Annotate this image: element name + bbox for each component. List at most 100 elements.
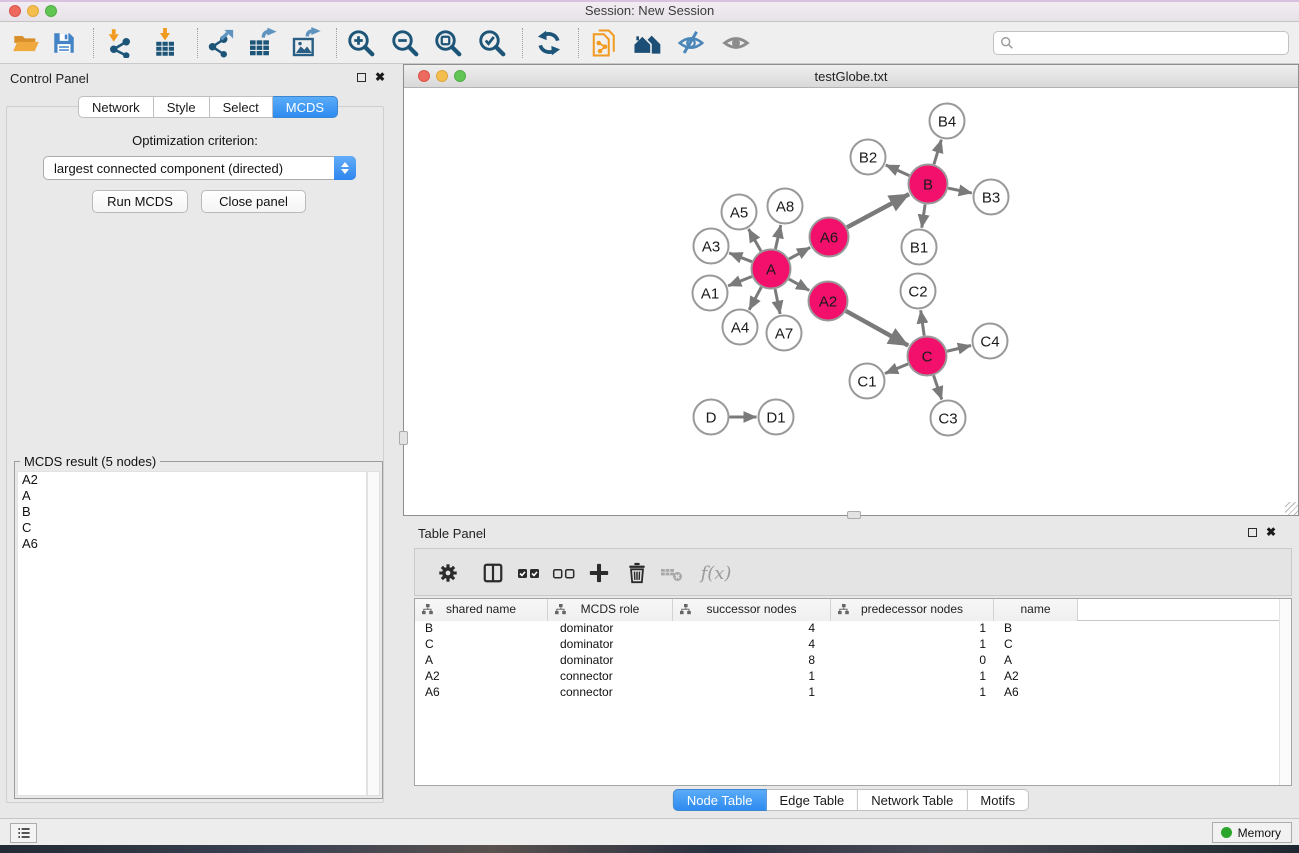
table-row[interactable]: A6connector11A6 — [415, 685, 1291, 701]
graph-node-C3[interactable]: C3 — [931, 401, 966, 436]
save-session-button[interactable] — [47, 26, 81, 60]
close-table-panel-icon[interactable]: ✖ — [1266, 527, 1276, 537]
network-window-titlebar[interactable]: testGlobe.txt — [404, 65, 1298, 88]
hide-eye-button[interactable] — [674, 26, 708, 60]
graph-node-B[interactable]: B — [909, 165, 948, 204]
graph-node-A7[interactable]: A7 — [767, 316, 802, 351]
graph-edge-C-C4[interactable] — [947, 346, 971, 352]
table-settings-button[interactable] — [431, 556, 465, 590]
export-network-button[interactable] — [203, 26, 237, 60]
open-session-button[interactable] — [9, 26, 43, 60]
graph-edge-A-A5[interactable] — [749, 229, 761, 251]
tab-motifs[interactable]: Motifs — [967, 789, 1029, 811]
table-row[interactable]: Bdominator41B — [415, 621, 1291, 637]
tab-select[interactable]: Select — [210, 96, 273, 118]
task-history-button[interactable] — [10, 823, 37, 843]
graph-edge-B-B3[interactable] — [948, 188, 972, 193]
close-panel-icon[interactable]: ✖ — [375, 72, 385, 82]
delete-column-button[interactable] — [620, 556, 654, 590]
import-table-button[interactable] — [148, 26, 182, 60]
graph-edge-A-A7[interactable] — [775, 289, 780, 314]
mcds-result-item[interactable]: B — [18, 504, 366, 520]
zoom-in-button[interactable] — [344, 26, 378, 60]
float-panel-icon[interactable] — [357, 73, 366, 82]
graph-edge-A6-B[interactable] — [847, 194, 909, 227]
tab-network-table[interactable]: Network Table — [858, 789, 967, 811]
column-header-shared-name[interactable]: shared name — [415, 599, 548, 621]
graph-node-B2[interactable]: B2 — [851, 140, 886, 175]
memory-button[interactable]: Memory — [1212, 822, 1292, 843]
table-row[interactable]: A2connector11A2 — [415, 669, 1291, 685]
tab-edge-table[interactable]: Edge Table — [766, 789, 858, 811]
window-resize-corner[interactable] — [1285, 502, 1298, 515]
new-session-from-network-button[interactable] — [588, 26, 622, 60]
graph-node-A4[interactable]: A4 — [723, 310, 758, 345]
column-header-name[interactable]: name — [994, 599, 1078, 621]
float-table-panel-icon[interactable] — [1248, 528, 1257, 537]
graph-node-A5[interactable]: A5 — [722, 195, 757, 230]
mcds-result-item[interactable]: A — [18, 488, 366, 504]
graph-node-B1[interactable]: B1 — [902, 230, 937, 265]
mcds-result-item[interactable]: C — [18, 520, 366, 536]
left-splitter-grip[interactable] — [399, 431, 408, 445]
zoom-fit-button[interactable] — [431, 26, 465, 60]
run-mcds-button[interactable]: Run MCDS — [92, 190, 188, 213]
graph-node-A1[interactable]: A1 — [693, 276, 728, 311]
import-network-button[interactable] — [103, 26, 137, 60]
tab-network[interactable]: Network — [78, 96, 154, 118]
graph-edge-A-A6[interactable] — [789, 247, 810, 259]
window-titlebar[interactable]: Session: New Session — [0, 0, 1299, 22]
graph-node-D1[interactable]: D1 — [759, 400, 794, 435]
graph-node-A8[interactable]: A8 — [768, 189, 803, 224]
column-header-successor-nodes[interactable]: successor nodes — [673, 599, 831, 621]
home-button[interactable] — [630, 26, 664, 60]
mcds-list-scrollbar[interactable] — [367, 471, 380, 796]
graph-node-A3[interactable]: A3 — [694, 229, 729, 264]
deselect-all-button[interactable] — [547, 556, 581, 590]
zoom-out-button[interactable] — [388, 26, 422, 60]
export-image-button[interactable] — [289, 26, 323, 60]
table-row[interactable]: Cdominator41C — [415, 637, 1291, 653]
table-row[interactable]: Adominator80A — [415, 653, 1291, 669]
export-table-button[interactable] — [245, 26, 279, 60]
graph-edge-A-A4[interactable] — [749, 287, 761, 310]
graph-edge-A-A3[interactable] — [729, 253, 752, 262]
bottom-splitter-grip[interactable] — [847, 511, 861, 519]
graph-edge-C-C1[interactable] — [885, 364, 908, 374]
graph-node-C4[interactable]: C4 — [973, 324, 1008, 359]
graph-node-C1[interactable]: C1 — [850, 364, 885, 399]
graph-edge-C-C3[interactable] — [934, 375, 942, 399]
graph-node-B3[interactable]: B3 — [974, 180, 1009, 215]
column-header-mcds-role[interactable]: MCDS role — [548, 599, 673, 621]
graph-edge-A-A8[interactable] — [775, 225, 780, 249]
graph-edge-A-A1[interactable] — [728, 277, 752, 286]
mcds-result-item[interactable]: A6 — [18, 536, 366, 552]
show-eye-button[interactable] — [719, 26, 753, 60]
optimization-criterion-dropdown[interactable]: largest connected component (directed) — [43, 156, 356, 180]
search-input[interactable] — [1014, 33, 1288, 53]
graph-node-C[interactable]: C — [908, 337, 947, 376]
graph-node-A2[interactable]: A2 — [809, 282, 848, 321]
graph-edge-B-B2[interactable] — [886, 165, 910, 176]
select-all-button[interactable] — [512, 556, 546, 590]
split-view-button[interactable] — [476, 556, 510, 590]
delete-table-button[interactable] — [655, 556, 689, 590]
refresh-view-button[interactable] — [532, 26, 566, 60]
mcds-result-item[interactable]: A2 — [18, 472, 366, 488]
graph-edge-B-B4[interactable] — [934, 140, 941, 165]
graph-edge-A-A2[interactable] — [789, 279, 809, 290]
graph-edge-B-B1[interactable] — [922, 204, 925, 227]
add-column-button[interactable] — [582, 556, 616, 590]
tab-mcds[interactable]: MCDS — [273, 96, 338, 118]
column-header-predecessor-nodes[interactable]: predecessor nodes — [831, 599, 994, 621]
graph-node-D[interactable]: D — [694, 400, 729, 435]
tab-node-table[interactable]: Node Table — [673, 789, 767, 811]
graph-node-A[interactable]: A — [752, 250, 791, 289]
table-scrollbar[interactable] — [1279, 599, 1291, 785]
close-panel-button[interactable]: Close panel — [201, 190, 306, 213]
graph-edge-A2-C[interactable] — [846, 311, 908, 346]
graph-node-A6[interactable]: A6 — [810, 218, 849, 257]
graph-node-B4[interactable]: B4 — [930, 104, 965, 139]
graph-node-C2[interactable]: C2 — [901, 274, 936, 309]
network-graph[interactable]: B4 B2 B B3 A5 A8A6 A3 B1 A A1 C2 A2 A4 A7 C4 C C1 C3 D D1 — [404, 88, 1298, 515]
